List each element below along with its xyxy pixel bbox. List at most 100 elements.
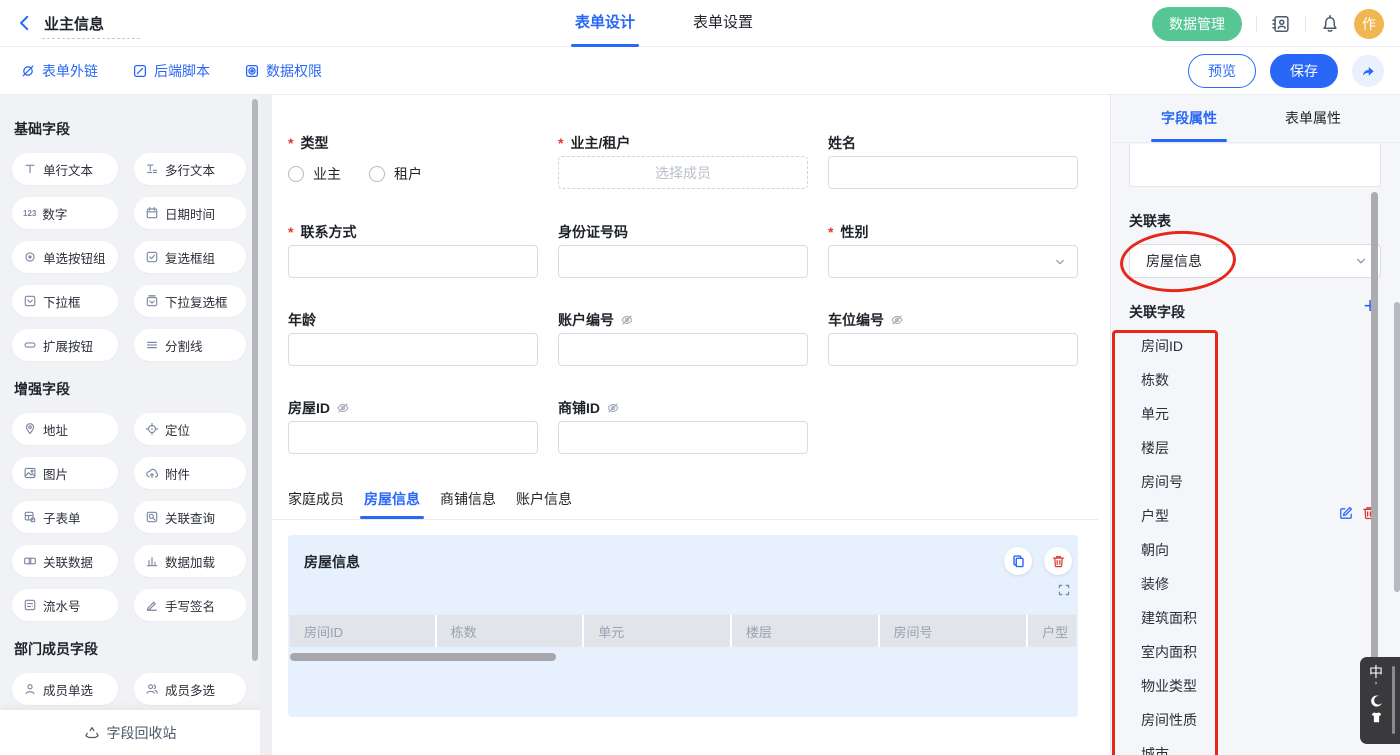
text-input[interactable]: [288, 421, 538, 454]
share-button[interactable]: [1352, 55, 1384, 87]
toolbar-link-form-external-link[interactable]: 表单外链: [20, 61, 98, 81]
sidebar-scrollbar[interactable]: [252, 99, 258, 661]
form-field-gender[interactable]: *性别: [828, 222, 1078, 278]
related-field-item[interactable]: 户型: [1141, 506, 1169, 526]
form-field-parking-no[interactable]: 车位编号: [828, 310, 1078, 366]
bell-icon[interactable]: [1320, 14, 1340, 34]
radio-option-租户[interactable]: 租户: [369, 164, 422, 184]
member-select-input[interactable]: 选择成员: [558, 156, 808, 189]
save-button[interactable]: 保存: [1270, 54, 1338, 88]
form-field-age[interactable]: 年龄: [288, 310, 538, 366]
avatar[interactable]: 作: [1354, 9, 1384, 39]
text-multi-icon: [145, 162, 159, 176]
select-input[interactable]: [828, 245, 1078, 278]
sidebar-item-subform[interactable]: 子表单: [12, 501, 118, 533]
sidebar-item-select[interactable]: 下拉框: [12, 285, 118, 317]
form-field-shop-id[interactable]: 商铺ID: [558, 398, 808, 454]
sidebar-item-relation-data[interactable]: 关联数据: [12, 545, 118, 577]
field-button-label: 成员多选: [165, 680, 215, 699]
related-field-item[interactable]: 房间ID: [1141, 336, 1183, 356]
sidebar-item-attachment[interactable]: 附件: [134, 457, 246, 489]
sidebar-item-relation-query[interactable]: 关联查询: [134, 501, 246, 533]
form-field-account-no[interactable]: 账户编号: [558, 310, 808, 366]
properties-panel: 字段属性表单属性 关联表 房屋信息 关联字段 + 房间ID栋数单元楼层房间号户型…: [1110, 95, 1400, 755]
related-field-item[interactable]: 建筑面积: [1141, 608, 1197, 628]
sidebar-item-datetime[interactable]: 日期时间: [134, 197, 246, 229]
sidebar-item-member-multi[interactable]: 成员多选: [134, 673, 246, 705]
toolbar-link-data-permission[interactable]: 数据权限: [244, 61, 322, 81]
field-label-text: 身份证号码: [558, 222, 628, 242]
related-field-item[interactable]: 房间号: [1141, 472, 1183, 492]
text-input[interactable]: [828, 156, 1078, 189]
properties-tab[interactable]: 字段属性: [1161, 95, 1217, 142]
sidebar-item-single-line-text[interactable]: 单行文本: [12, 153, 118, 185]
sidebar-item-radio-group[interactable]: 单选按钮组: [12, 241, 118, 273]
form-field-contact[interactable]: *联系方式: [288, 222, 538, 278]
sidebar-item-divider[interactable]: 分割线: [134, 329, 246, 361]
related-field-item[interactable]: 装修: [1141, 574, 1169, 594]
related-field-item[interactable]: 栋数: [1141, 370, 1169, 390]
topbar-tab-active[interactable]: 表单设计: [575, 0, 635, 47]
edit-icon[interactable]: [1338, 505, 1354, 524]
ime-widget[interactable]: 中 ʼ: [1360, 657, 1400, 744]
sidebar-item-extend-button[interactable]: 扩展按钮: [12, 329, 118, 361]
sidebar-item-checkbox-group[interactable]: 复选框组: [134, 241, 246, 273]
related-field-item[interactable]: 室内面积: [1141, 642, 1197, 662]
related-field-item[interactable]: 单元: [1141, 404, 1169, 424]
subform-tab[interactable]: 账户信息: [516, 489, 572, 519]
required-asterisk: *: [288, 135, 293, 151]
expand-icon[interactable]: [1056, 583, 1072, 599]
subtable-panel[interactable]: 房屋信息 房间ID栋数单元楼层房间号户型: [288, 535, 1078, 717]
sidebar-item-serial-number[interactable]: 流水号: [12, 589, 118, 621]
preview-button[interactable]: 预览: [1188, 54, 1256, 88]
panel-scrollbar[interactable]: [1394, 302, 1400, 592]
text-input[interactable]: [288, 333, 538, 366]
page-title[interactable]: 业主信息: [42, 13, 140, 39]
recycle-bin-label: 字段回收站: [107, 723, 177, 743]
sidebar-item-image[interactable]: 图片: [12, 457, 118, 489]
address-book-icon[interactable]: [1271, 14, 1291, 34]
form-field-type[interactable]: *类型业主租户: [288, 133, 538, 189]
related-table-select[interactable]: 房屋信息: [1129, 244, 1381, 278]
back-icon[interactable]: [16, 13, 34, 33]
form-field-house-id[interactable]: 房屋ID: [288, 398, 538, 454]
text-input[interactable]: [288, 245, 538, 278]
field-recycle-bin[interactable]: 字段回收站: [0, 710, 260, 755]
related-field-item[interactable]: 物业类型: [1141, 676, 1197, 696]
ime-language-label: 中: [1369, 662, 1383, 682]
text-input[interactable]: [558, 421, 808, 454]
add-field-button[interactable]: +: [1357, 293, 1383, 319]
related-field-item[interactable]: 城市: [1141, 744, 1169, 755]
sidebar-item-location[interactable]: 定位: [134, 413, 246, 445]
text-input[interactable]: [558, 245, 808, 278]
form-field-id-number[interactable]: 身份证号码: [558, 222, 808, 278]
related-field-item[interactable]: 房间性质: [1141, 710, 1197, 730]
form-field-name[interactable]: 姓名: [828, 133, 1078, 189]
subform-tab[interactable]: 商铺信息: [440, 489, 496, 519]
sidebar-item-data-load[interactable]: 数据加载: [134, 545, 246, 577]
sidebar-item-multi-select[interactable]: 下拉复选框: [134, 285, 246, 317]
sidebar-item-multi-line-text[interactable]: 多行文本: [134, 153, 246, 185]
field-name-input[interactable]: [1129, 144, 1381, 187]
related-field-item[interactable]: 朝向: [1141, 540, 1169, 560]
sidebar-item-number[interactable]: 123数字: [12, 197, 118, 229]
subform-tabs: 家庭成员房屋信息商铺信息账户信息: [288, 489, 572, 519]
text-input[interactable]: [558, 333, 808, 366]
text-input[interactable]: [828, 333, 1078, 366]
sidebar-item-signature[interactable]: 手写签名: [134, 589, 246, 621]
eye-off-icon: [606, 401, 620, 415]
subform-tab[interactable]: 房屋信息: [364, 489, 420, 519]
toolbar-link-backend-script[interactable]: 后端脚本: [132, 61, 210, 81]
sidebar-item-member-single[interactable]: 成员单选: [12, 673, 118, 705]
related-field-item[interactable]: 楼层: [1141, 438, 1169, 458]
topbar-tab-inactive[interactable]: 表单设置: [693, 0, 753, 47]
subform-tab[interactable]: 家庭成员: [288, 489, 344, 519]
trash-icon[interactable]: [1044, 547, 1072, 575]
data-manage-button[interactable]: 数据管理: [1152, 7, 1242, 41]
copy-button[interactable]: [1004, 547, 1032, 575]
radio-option-业主[interactable]: 业主: [288, 164, 341, 184]
horizontal-scrollbar[interactable]: [290, 653, 556, 661]
form-field-owner-tenant[interactable]: *业主/租户选择成员: [558, 133, 808, 189]
properties-tab[interactable]: 表单属性: [1285, 95, 1341, 142]
sidebar-item-address[interactable]: 地址: [12, 413, 118, 445]
